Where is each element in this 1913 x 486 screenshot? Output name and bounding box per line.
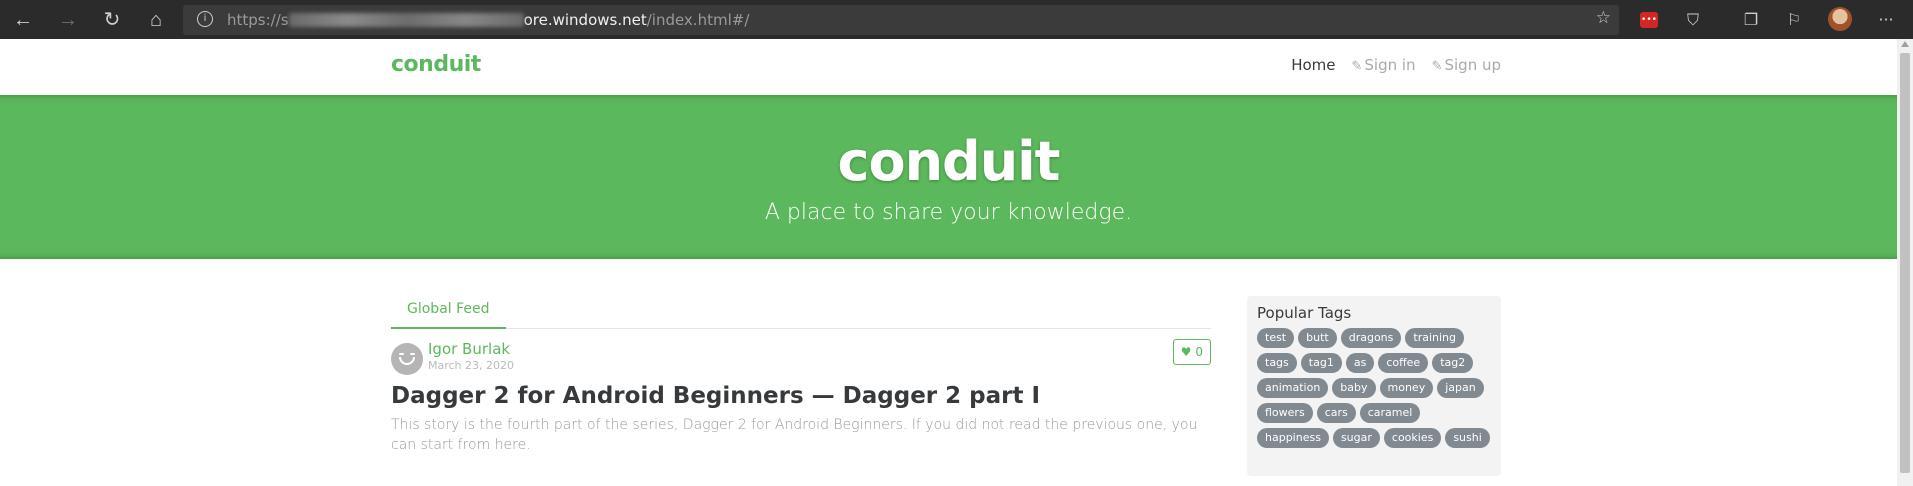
nav-home[interactable]: Home xyxy=(1291,56,1335,74)
tag-pill[interactable]: happiness xyxy=(1257,428,1329,448)
edit-icon: ✎ xyxy=(1351,59,1363,74)
url-prefix: https://s xyxy=(227,11,289,29)
info-icon[interactable]: i xyxy=(197,11,213,27)
tag-pill[interactable]: money xyxy=(1379,378,1434,398)
home-icon[interactable]: ⌂ xyxy=(142,6,170,34)
back-arrow-icon[interactable]: ← xyxy=(9,6,37,34)
brand-logo[interactable]: conduit xyxy=(391,52,481,77)
url-path: /index.html#/ xyxy=(646,11,750,29)
tag-pill[interactable]: tags xyxy=(1257,353,1297,373)
forward-arrow-icon[interactable]: → xyxy=(54,6,82,34)
tag-pill[interactable]: baby xyxy=(1332,378,1376,398)
tag-pill[interactable]: cookies xyxy=(1383,428,1442,448)
scroll-up-arrow-icon[interactable] xyxy=(1901,41,1909,47)
sidebar-title: Popular Tags xyxy=(1257,304,1352,322)
pocket-icon[interactable]: ⛉ xyxy=(1681,8,1705,32)
tag-pill[interactable]: sugar xyxy=(1332,428,1380,448)
feedback-icon[interactable]: ⚐ xyxy=(1782,8,1806,32)
tag-pill[interactable]: coffee xyxy=(1378,353,1429,373)
tag-pill[interactable]: test xyxy=(1257,328,1295,348)
banner-subtitle: A place to share your knowledge. xyxy=(764,200,1133,225)
tag-list: test butt dragons training tags tag1 as … xyxy=(1257,328,1491,448)
profile-avatar[interactable] xyxy=(1828,7,1852,31)
tab-global-feed[interactable]: Global Feed xyxy=(391,293,506,329)
smile-icon xyxy=(399,357,415,365)
address-bar[interactable]: i https://s ore.windows.net/index.html#/ … xyxy=(183,5,1619,35)
nav-sign-in[interactable]: ✎ Sign in xyxy=(1352,56,1416,74)
author-avatar[interactable] xyxy=(391,343,423,375)
article-date: March 23, 2020 xyxy=(428,359,515,372)
tag-pill[interactable]: sushi xyxy=(1445,428,1490,448)
redacted-host-blur xyxy=(288,13,524,27)
scrollbar-thumb[interactable] xyxy=(1900,53,1910,473)
avatar-eye-left xyxy=(399,353,404,355)
extension-red-icon[interactable]: ••• xyxy=(1640,12,1658,28)
tag-pill[interactable]: cars xyxy=(1316,403,1356,423)
heart-icon: ♥ xyxy=(1180,345,1192,359)
url-host: ore.windows.net xyxy=(523,11,647,29)
tag-pill[interactable]: dragons xyxy=(1340,328,1402,348)
nav-sign-in-label: Sign in xyxy=(1364,56,1416,74)
banner-title: conduit xyxy=(837,130,1061,193)
more-menu-icon[interactable]: ··· xyxy=(1874,8,1898,32)
nav-sign-up-label: Sign up xyxy=(1444,56,1501,74)
tag-pill[interactable]: butt xyxy=(1298,328,1337,348)
browser-toolbar: ← → ↻ ⌂ i https://s ore.windows.net/index… xyxy=(0,0,1913,39)
article-description: This story is the fourth part of the ser… xyxy=(391,417,1198,453)
nav-links: Home ✎ Sign in ✎ Sign up xyxy=(1291,56,1501,74)
refresh-icon[interactable]: ↻ xyxy=(98,6,126,34)
tag-pill[interactable]: tag2 xyxy=(1432,353,1474,373)
hero-banner: conduit A place to share your knowledge. xyxy=(0,95,1897,259)
author-name[interactable]: Igor Burlak xyxy=(428,340,510,358)
url-text[interactable]: https://s ore.windows.net/index.html#/ xyxy=(227,11,749,29)
nav-sign-up[interactable]: ✎ Sign up xyxy=(1432,56,1501,74)
site-navbar: conduit Home ✎ Sign in ✎ Sign up xyxy=(0,39,1897,95)
favorite-button[interactable]: ♥ 0 xyxy=(1172,339,1211,365)
tag-pill[interactable]: tag1 xyxy=(1300,353,1342,373)
tag-pill[interactable]: as xyxy=(1345,353,1375,373)
tag-pill[interactable]: training xyxy=(1405,328,1465,348)
article-title[interactable]: Dagger 2 for Android Beginners — Dagger … xyxy=(391,383,1040,409)
edit-icon: ✎ xyxy=(1431,59,1443,74)
tag-pill[interactable]: flowers xyxy=(1257,403,1313,423)
tag-pill[interactable]: animation xyxy=(1257,378,1329,398)
collections-icon[interactable]: ❐ xyxy=(1739,8,1763,32)
tag-pill[interactable]: japan xyxy=(1437,378,1484,398)
page-content: conduit Home ✎ Sign in ✎ Sign up conduit A… xyxy=(0,39,1897,486)
page-scrollbar[interactable] xyxy=(1897,39,1913,486)
feed-tabs: Global Feed xyxy=(391,293,1211,329)
tag-pill[interactable]: caramel xyxy=(1359,403,1421,423)
star-icon[interactable]: ☆ xyxy=(1596,8,1611,28)
favorite-count: 0 xyxy=(1195,345,1203,359)
popular-tags-sidebar: Popular Tags test butt dragons training … xyxy=(1247,296,1501,476)
avatar-eye-right xyxy=(410,353,415,355)
